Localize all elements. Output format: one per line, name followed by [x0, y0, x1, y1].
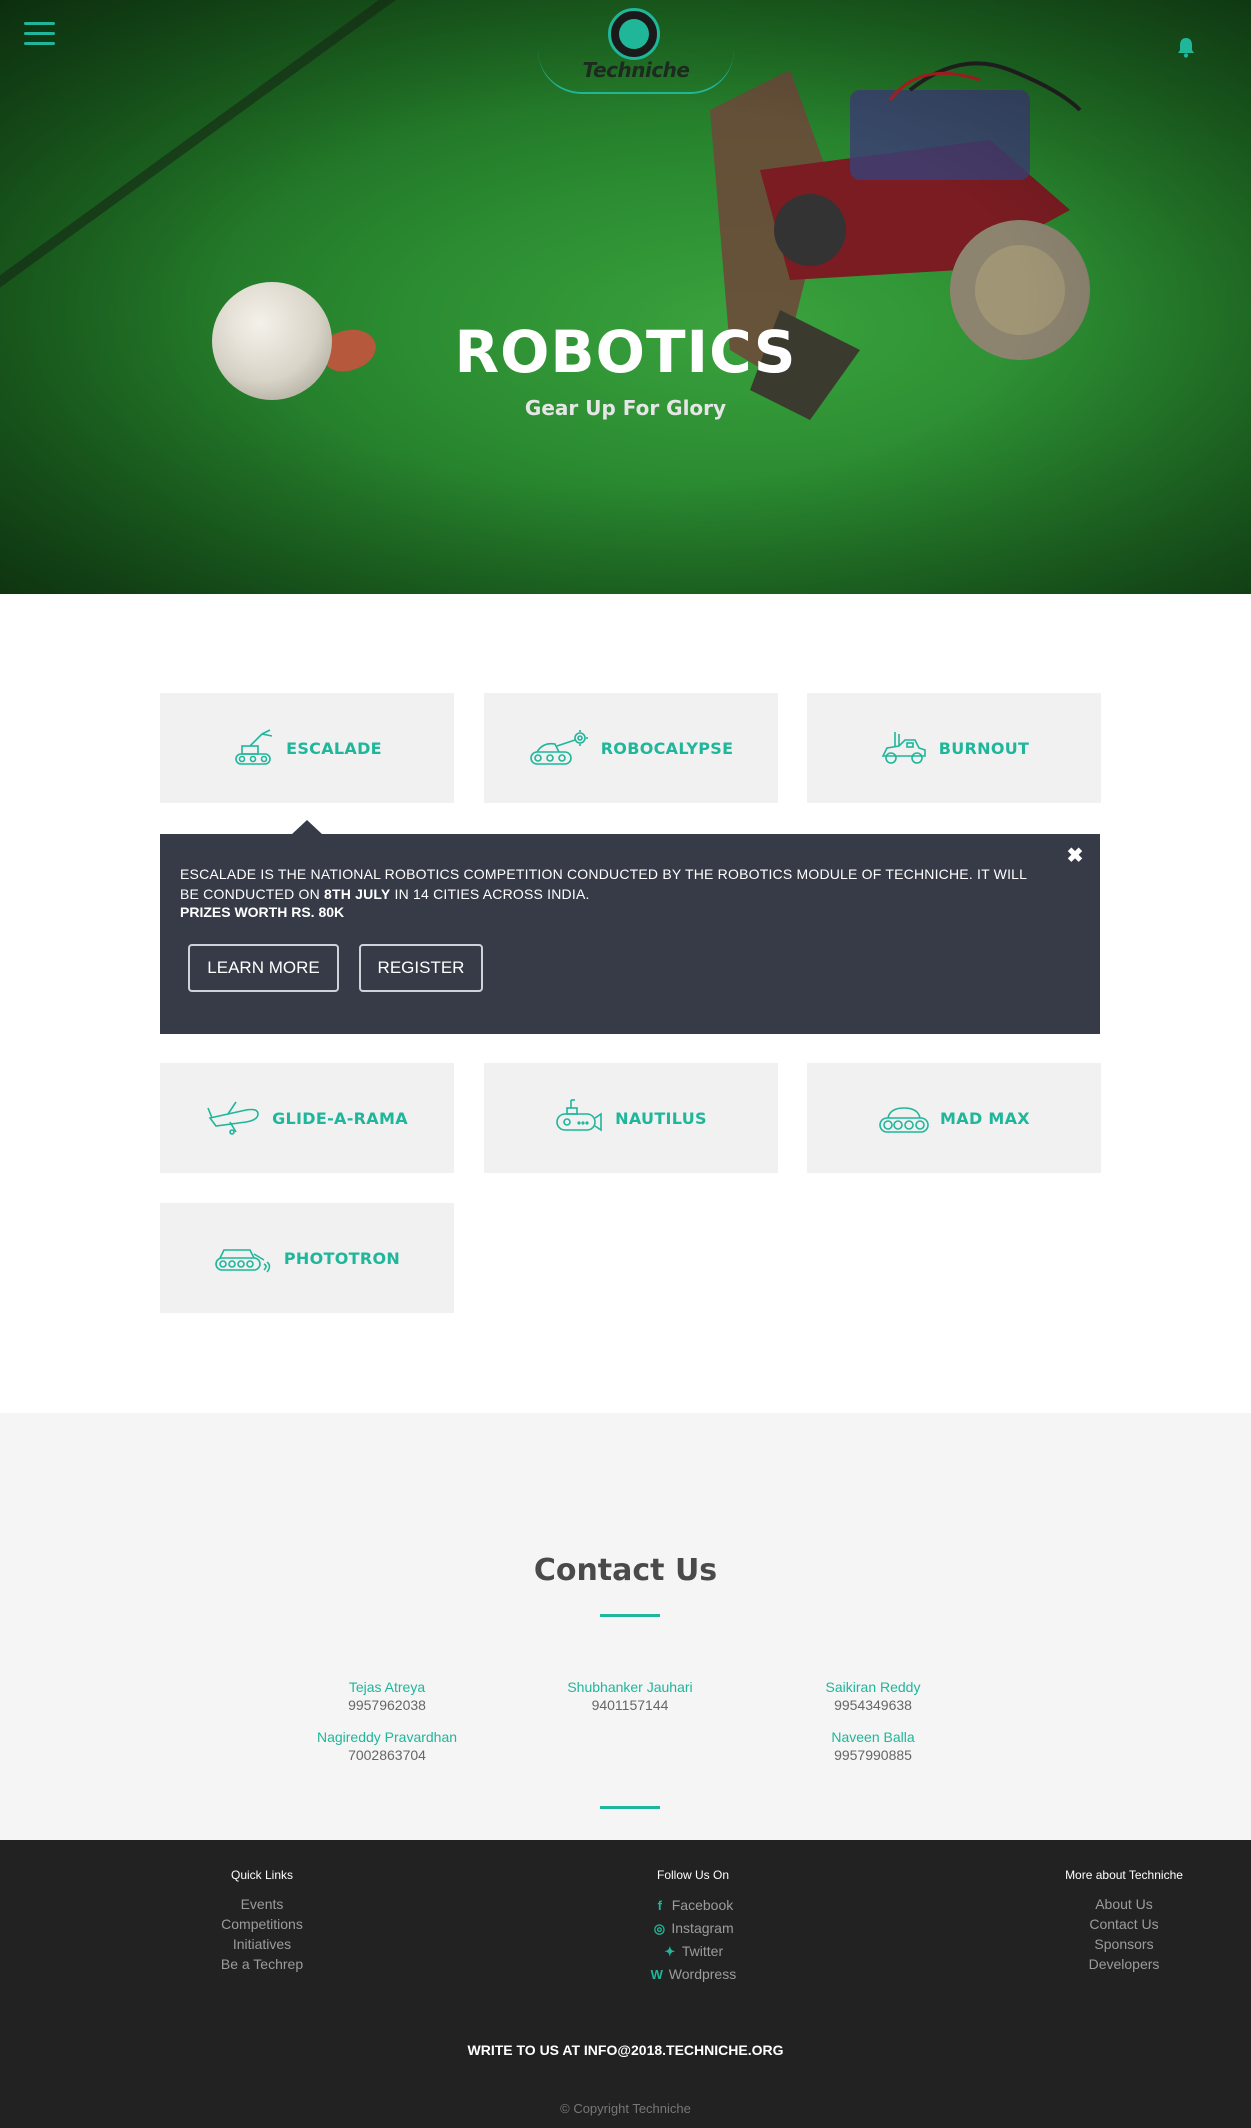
more-about-column: More about Techniche About Us Contact Us… [1004, 1868, 1244, 1974]
contact-section: Contact Us Tejas Atreya 9957962038 Shubh… [0, 1413, 1251, 1840]
card-label: NAUTILUS [615, 1108, 707, 1128]
contact-person: Shubhanker Jauhari 9401157144 [520, 1678, 740, 1714]
contact-title: Contact Us [533, 1553, 718, 1588]
card-burnout[interactable]: BURNOUT [807, 693, 1101, 803]
facebook-link[interactable]: f Facebook [573, 1894, 813, 1917]
card-mad-max[interactable]: MAD MAX [807, 1063, 1101, 1173]
contact-person: Tejas Atreya 9957962038 [277, 1678, 497, 1714]
contact-name[interactable]: Saikiran Reddy [763, 1678, 983, 1696]
airplane-icon [207, 1101, 259, 1135]
footer-link-sponsors[interactable]: Sponsors [1004, 1934, 1244, 1954]
close-icon[interactable]: ✖ [1065, 846, 1085, 866]
footer-link-events[interactable]: Events [142, 1894, 382, 1914]
contact-phone: 9954349638 [834, 1697, 912, 1713]
card-label: ROBOCALYPSE [600, 738, 734, 758]
card-robocalypse[interactable]: ROBOCALYPSE [484, 693, 778, 803]
robot-arm-tank-icon [235, 729, 273, 765]
follow-us-column: Follow Us On f Facebook ◎ Instagram ✦ Twitt… [573, 1868, 813, 1986]
card-label: BURNOUT [938, 738, 1030, 758]
contact-person: Nagireddy Pravardhan 7002863704 [277, 1728, 497, 1764]
facebook-icon: f [657, 1898, 662, 1913]
card-label: ESCALADE [286, 738, 382, 758]
write-to-us-email[interactable]: Write to us at info@2018.techniche.org [0, 2042, 1251, 2058]
tracked-tank-icon [879, 1107, 929, 1133]
learn-more-button[interactable]: LEARN MORE [188, 944, 339, 992]
contact-person: Saikiran Reddy 9954349638 [763, 1678, 983, 1714]
contact-person: Naveen Balla 9957990885 [763, 1728, 983, 1764]
wordpress-label: Wordpress [668, 1966, 737, 1982]
twitter-label: Twitter [681, 1943, 724, 1959]
logo-badge-icon [608, 8, 660, 60]
popup-description: Escalade is the national robotics compet… [180, 864, 1040, 904]
contact-phone: 9957962038 [348, 1697, 426, 1713]
footer-link-competitions[interactable]: Competitions [142, 1914, 382, 1934]
card-phototron[interactable]: PHOTOTRON [160, 1203, 454, 1313]
copyright-text: © Copyright Techniche [560, 2101, 691, 2116]
escalade-info-popup: Escalade is the national robotics compet… [160, 834, 1100, 1034]
twitter-icon: ✦ [664, 1944, 676, 1959]
race-car-icon [881, 732, 926, 764]
contact-phone: 9401157144 [591, 1697, 669, 1713]
popup-pointer [291, 820, 323, 835]
popup-desc-text: Escalade is the national robotics compet… [180, 866, 1027, 902]
footer-link-initiatives[interactable]: Initiatives [142, 1934, 382, 1954]
popup-prize: Prizes worth Rs. 80k [180, 904, 345, 920]
follow-us-heading: Follow Us On [656, 1868, 730, 1882]
contact-phone: 7002863704 [348, 1747, 426, 1763]
hamburger-menu-icon[interactable] [24, 22, 55, 48]
instagram-icon: ◎ [653, 1921, 666, 1936]
contact-name[interactable]: Nagireddy Pravardhan [277, 1728, 497, 1746]
page-subtitle: Gear Up For Glory [524, 396, 727, 420]
page-title: ROBOTICS [454, 318, 797, 386]
site-logo[interactable]: Techniche [538, 0, 734, 94]
wordpress-icon: W [650, 1967, 663, 1982]
popup-desc-text-end: in 14 cities across India. [390, 886, 590, 902]
footer-link-about-us[interactable]: About Us [1004, 1894, 1244, 1914]
instagram-label: Instagram [671, 1920, 734, 1936]
card-escalade[interactable]: ESCALADE [160, 693, 454, 803]
contact-phone: 9957990885 [834, 1747, 912, 1763]
register-button[interactable]: REGISTER [359, 944, 483, 992]
contact-name[interactable]: Tejas Atreya [277, 1678, 497, 1696]
footer-link-contact-us[interactable]: Contact Us [1004, 1914, 1244, 1934]
card-label: GLIDE-A-RAMA [272, 1108, 408, 1128]
logo-text: Techniche [582, 58, 690, 82]
contact-bottom-divider [600, 1806, 660, 1809]
quick-links-heading: Quick Links [230, 1868, 294, 1882]
twitter-link[interactable]: ✦ Twitter [573, 1940, 813, 1963]
card-nautilus[interactable]: NAUTILUS [484, 1063, 778, 1173]
contact-name[interactable]: Naveen Balla [763, 1728, 983, 1746]
card-glide-a-rama[interactable]: GLIDE-A-RAMA [160, 1063, 454, 1173]
card-label: MAD MAX [940, 1108, 1030, 1128]
contact-name[interactable]: Shubhanker Jauhari [520, 1678, 740, 1696]
card-label: PHOTOTRON [283, 1248, 401, 1268]
footer-link-developers[interactable]: Developers [1004, 1954, 1244, 1974]
sensor-tank-icon [215, 1249, 271, 1273]
contact-title-divider [600, 1614, 660, 1617]
wordpress-link[interactable]: W Wordpress [573, 1963, 813, 1986]
facebook-label: Facebook [671, 1897, 734, 1913]
site-footer: Quick Links Events Competitions Initiati… [0, 1840, 1251, 2128]
quick-links-column: Quick Links Events Competitions Initiati… [142, 1868, 382, 1974]
gear-arm-robot-icon [529, 730, 588, 765]
more-about-heading: More about Techniche [1065, 1868, 1183, 1882]
instagram-link[interactable]: ◎ Instagram [573, 1917, 813, 1940]
popup-desc-date: 8th July [324, 886, 391, 902]
bell-icon[interactable] [1176, 36, 1196, 58]
footer-link-be-a-techrep[interactable]: Be a Techrep [142, 1954, 382, 1974]
submarine-icon [556, 1099, 602, 1132]
